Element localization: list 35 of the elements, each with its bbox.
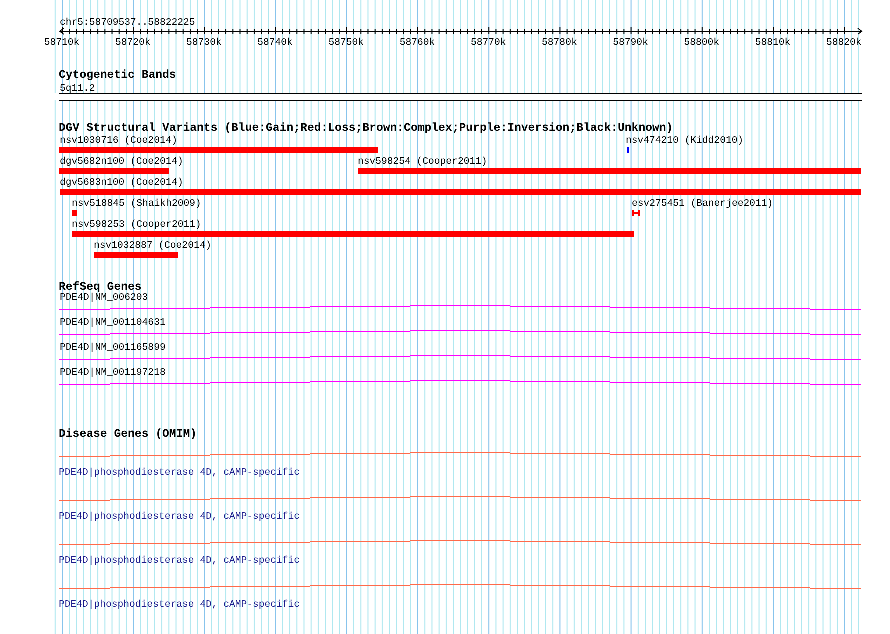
ruler-tick-label: 58720k [115,37,151,48]
ruler-tick-label: 58750k [328,37,364,48]
ruler-tick-label: 58730k [186,37,222,48]
ruler-tick-label: 58760k [400,37,436,48]
disease-label: PDE4D|phosphodiesterase 4D, cAMP-specific [59,599,300,610]
disease-label: PDE4D|phosphodiesterase 4D, cAMP-specific [59,555,300,566]
track-title: DGV Structural Variants (Blue:Gain;Red:Loss;Brown:Complex;Purple:Inversion;Black:Unknown) [59,122,674,135]
variant-label: esv275451 (Banerjee2011) [632,198,774,209]
variant-label: nsv1032887 (Coe2014) [94,240,212,251]
variant-label: dgv5683n100 (Coe2014) [60,177,184,188]
gene-label: PDE4D|NM_001165899 [60,342,166,353]
variant-label: nsv1030716 (Coe2014) [60,135,178,146]
region-label: chr5:58709537..58822225 [60,17,196,28]
track-title: Disease Genes (OMIM) [59,428,198,441]
ruler-tick-label: 58710k [44,37,80,48]
variant-label: nsv598253 (Cooper2011) [72,219,202,230]
disease-label: PDE4D|phosphodiesterase 4D, cAMP-specific [59,511,300,522]
band-label: 5q11.2 [60,83,96,94]
track-title: RefSeq Genes [59,281,142,294]
variant-label: nsv518845 (Shaikh2009) [72,198,202,209]
gene-label: PDE4D|NM_001104631 [60,317,166,328]
variant-label: nsv598254 (Cooper2011) [358,156,488,167]
ruler-tick-label: 58810k [755,37,791,48]
gene-label: PDE4D|NM_001197218 [60,367,166,378]
ruler-tick-label: 58780k [542,37,578,48]
ruler-tick-label: 58800k [684,37,720,48]
track-title: Cytogenetic Bands [59,69,176,82]
variant-label: dgv5682n100 (Coe2014) [60,156,184,167]
variant-label: nsv474210 (Kidd2010) [626,135,744,146]
ruler-tick-label: 58820k [826,37,862,48]
ruler-tick-label: 58740k [258,37,293,48]
ruler-tick-label: 58770k [470,37,506,48]
ruler-tick-label: 58790k [613,37,648,48]
gene-label: PDE4D|NM_006203 [60,292,148,303]
disease-label: PDE4D|phosphodiesterase 4D, cAMP-specific [59,467,300,478]
